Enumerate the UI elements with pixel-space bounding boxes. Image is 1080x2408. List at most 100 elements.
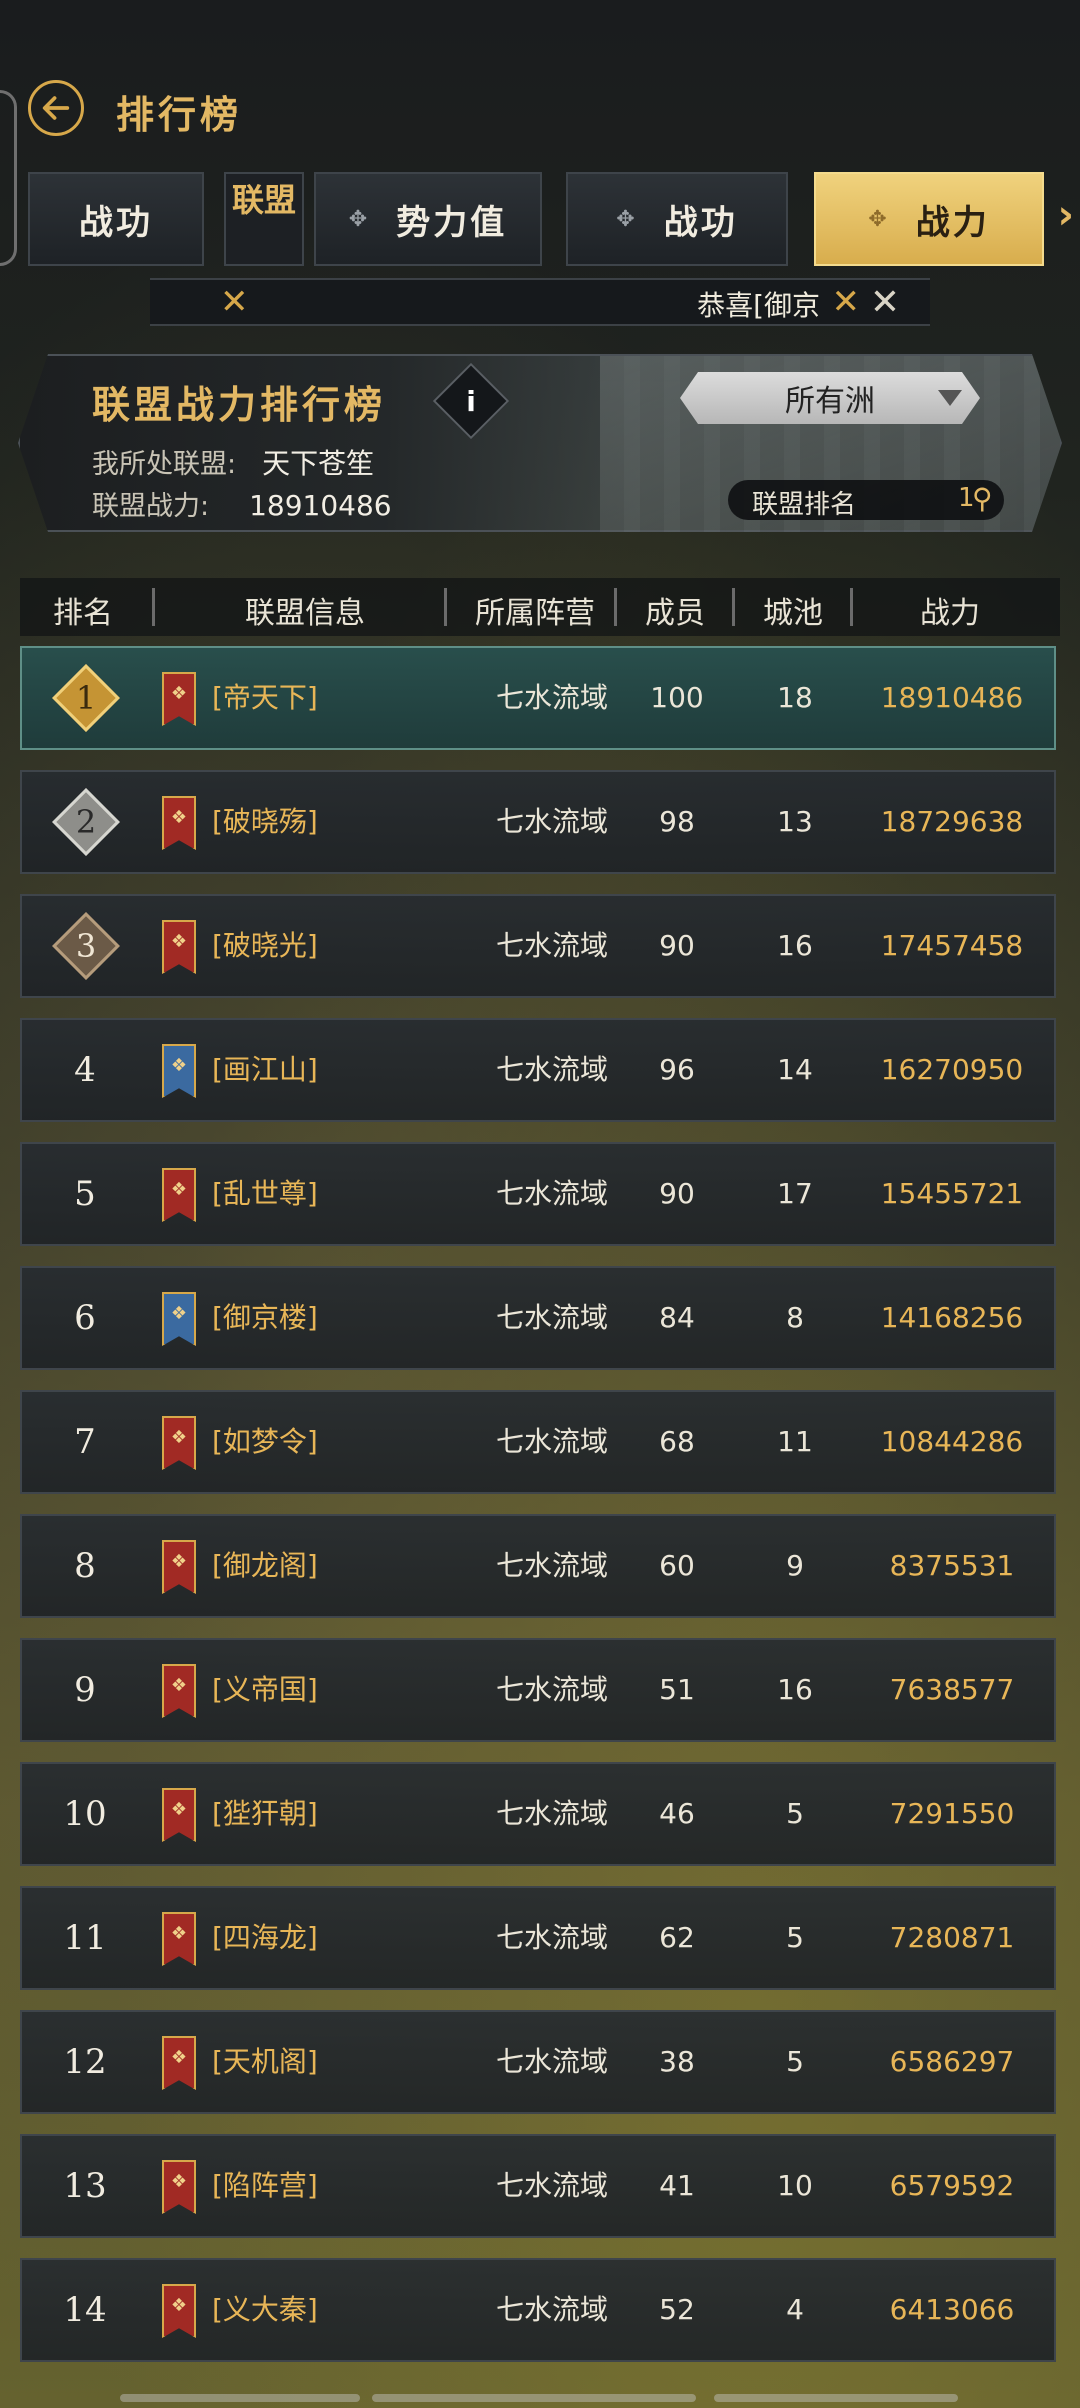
col-alliance-info: 联盟信息 <box>245 596 365 631</box>
alliance-name[interactable]: [画江山] <box>212 1020 318 1120</box>
combat-power: 14168256 <box>880 1301 1024 1334</box>
page-title: 排行榜 <box>116 93 243 137</box>
rank-medal-icon: 3 <box>52 912 120 980</box>
member-count: 84 <box>659 1301 695 1334</box>
info-button[interactable]: i <box>432 362 510 440</box>
tab-combat-power[interactable]: ✥ 战力 <box>814 172 1044 266</box>
alliance-name[interactable]: [破晓光] <box>212 896 318 996</box>
alliance-flag-icon: ❖ <box>162 1912 196 1966</box>
tab-group-alliance: 联盟 <box>224 172 304 266</box>
alliance-name[interactable]: [乱世尊] <box>212 1144 318 1244</box>
flag-emblem-icon: ❖ <box>170 683 188 704</box>
tab-label: 战功 <box>79 202 153 243</box>
flag-emblem-icon: ❖ <box>170 2171 188 2192</box>
scrollbar[interactable] <box>714 2394 958 2402</box>
tab-influence[interactable]: ✥ 势力值 <box>314 172 542 266</box>
chevron-right-icon[interactable]: › <box>1058 192 1074 238</box>
region-select[interactable]: 所有洲 <box>680 372 980 424</box>
city-count: 18 <box>777 681 813 714</box>
rank-number: 8 <box>74 1546 96 1586</box>
city-count: 16 <box>777 929 813 962</box>
table-row[interactable]: 2 ❖ [破晓殇] 七水流域 98 13 18729638 <box>20 770 1056 874</box>
alliance-name[interactable]: [义大秦] <box>212 2260 318 2360</box>
column-divider <box>444 588 447 626</box>
flag-emblem-icon: ❖ <box>170 1799 188 1820</box>
triangle-down-icon <box>938 390 962 406</box>
member-count: 62 <box>659 1921 695 1954</box>
city-count: 11 <box>777 1425 813 1458</box>
rank-number: 13 <box>63 2166 107 2206</box>
rank-number: 3 <box>75 927 97 965</box>
combat-power: 8375531 <box>889 1549 1015 1582</box>
alliance-name[interactable]: [如梦令] <box>212 1392 318 1492</box>
alliance-name[interactable]: [天机阁] <box>212 2012 318 2112</box>
alliance-name[interactable]: [陷阵营] <box>212 2136 318 2236</box>
table-row[interactable]: 5 ❖ [乱世尊] 七水流域 90 17 15455721 <box>20 1142 1056 1246</box>
search-icon[interactable]: ⚲ <box>972 482 993 515</box>
alliance-flag-icon: ❖ <box>162 2036 196 2090</box>
scrollbar[interactable] <box>372 2394 696 2402</box>
rank-number: 4 <box>74 1050 96 1090</box>
diamond-icon: ✥ <box>616 206 638 232</box>
alliance-name[interactable]: [御龙阁] <box>212 1516 318 1616</box>
arrow-left-icon <box>42 96 70 120</box>
flag-emblem-icon: ❖ <box>170 931 188 952</box>
my-alliance-value: 天下苍笙 <box>262 447 375 480</box>
alliance-rank-label: 联盟排名 <box>752 490 857 520</box>
member-count: 90 <box>659 1177 695 1210</box>
table-row[interactable]: 14 ❖ [义大秦] 七水流域 52 4 6413066 <box>20 2258 1056 2362</box>
city-count: 5 <box>786 1797 804 1830</box>
member-count: 41 <box>659 2169 695 2202</box>
city-count: 10 <box>777 2169 813 2202</box>
knot-ornament-icon: ✕ <box>831 282 861 322</box>
table-row[interactable]: 3 ❖ [破晓光] 七水流域 90 16 17457458 <box>20 894 1056 998</box>
city-count: 5 <box>786 1921 804 1954</box>
alliance-name[interactable]: [义帝国] <box>212 1640 318 1740</box>
flag-emblem-icon: ❖ <box>170 1427 188 1448</box>
flag-emblem-icon: ❖ <box>170 1303 188 1324</box>
rank-number: 1 <box>75 679 97 717</box>
table-row[interactable]: 7 ❖ [如梦令] 七水流域 68 11 10844286 <box>20 1390 1056 1494</box>
tab-zhangong-alliance[interactable]: ✥ 战功 <box>566 172 788 266</box>
alliance-rank-search[interactable]: 联盟排名 1 ⚲ <box>728 480 1004 520</box>
alliance-flag-icon: ❖ <box>162 796 196 850</box>
diamond-icon: ✥ <box>348 206 371 232</box>
alliance-name[interactable]: [狴犴朝] <box>212 1764 318 1864</box>
city-count: 4 <box>786 2293 804 2326</box>
tab-group-label: 联盟 <box>231 181 296 219</box>
alliance-name[interactable]: [帝天下] <box>212 648 318 748</box>
table-row[interactable]: 6 ❖ [御京楼] 七水流域 84 8 14168256 <box>20 1266 1056 1370</box>
scrollbar[interactable] <box>120 2394 360 2402</box>
member-count: 38 <box>659 2045 695 2078</box>
alliance-flag-icon: ❖ <box>162 1044 196 1098</box>
alliance-name[interactable]: [破晓殇] <box>212 772 318 872</box>
table-row[interactable]: 1 ❖ [帝天下] 七水流域 100 18 18910486 <box>20 646 1056 750</box>
table-row[interactable]: 13 ❖ [陷阵营] 七水流域 41 10 6579592 <box>20 2134 1056 2238</box>
member-count: 96 <box>659 1053 695 1086</box>
table-row[interactable]: 12 ❖ [天机阁] 七水流域 38 5 6586297 <box>20 2010 1056 2114</box>
table-row[interactable]: 4 ❖ [画江山] 七水流域 96 14 16270950 <box>20 1018 1056 1122</box>
rank-number: 5 <box>74 1174 96 1214</box>
combat-power: 7291550 <box>889 1797 1015 1830</box>
rank-number: 12 <box>63 2042 107 2082</box>
city-count: 8 <box>786 1301 804 1334</box>
close-icon[interactable]: ✕ <box>870 282 900 323</box>
tab-label: 势力值 <box>396 202 508 243</box>
back-button[interactable] <box>28 80 84 136</box>
rank-number: 11 <box>63 1918 107 1958</box>
rank-medal-icon: 1 <box>52 664 120 732</box>
alliance-flag-icon: ❖ <box>162 1416 196 1470</box>
table-row[interactable]: 9 ❖ [义帝国] 七水流域 51 16 7638577 <box>20 1638 1056 1742</box>
tab-zhangong-personal[interactable]: 战功 <box>28 172 204 266</box>
region-select-value: 所有洲 <box>785 384 875 419</box>
rank-number: 2 <box>75 803 97 841</box>
table-row[interactable]: 8 ❖ [御龙阁] 七水流域 60 9 8375531 <box>20 1514 1056 1618</box>
alliance-name[interactable]: [御京楼] <box>212 1268 318 1368</box>
table-row[interactable]: 10 ❖ [狴犴朝] 七水流域 46 5 7291550 <box>20 1762 1056 1866</box>
alliance-power-row: 联盟战力: 18910486 <box>92 484 392 523</box>
my-alliance-row: 我所处联盟: 天下苍笙 <box>92 442 374 482</box>
alliance-name[interactable]: [四海龙] <box>212 1888 318 1988</box>
alliance-flag-icon: ❖ <box>162 1664 196 1718</box>
alliance-flag-icon: ❖ <box>162 1168 196 1222</box>
table-row[interactable]: 11 ❖ [四海龙] 七水流域 62 5 7280871 <box>20 1886 1056 1990</box>
